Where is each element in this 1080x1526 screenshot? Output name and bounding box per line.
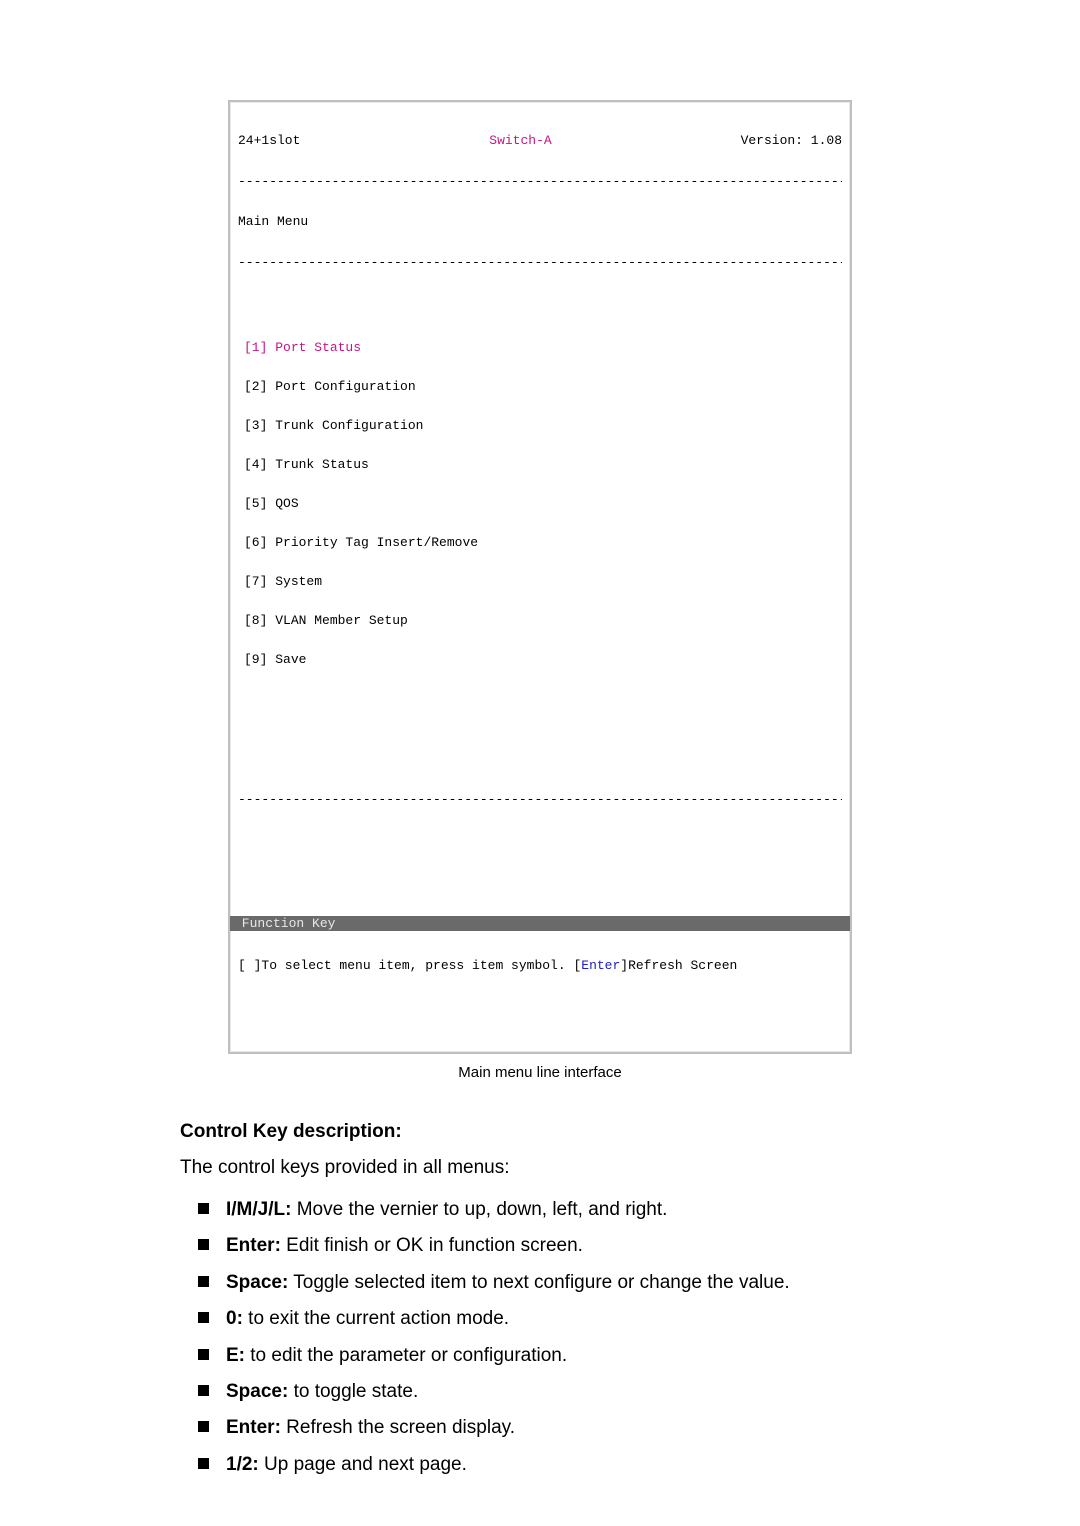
menu-list: [1] Port Status [2] Port Configuration [… [238, 307, 842, 698]
slot-label: 24+1slot [238, 134, 300, 147]
divider-line: ----------------------------------------… [238, 175, 842, 187]
menu-item-port-status[interactable]: [1] Port Status [244, 341, 842, 354]
menu-title: Main Menu [238, 213, 842, 230]
divider-line: ----------------------------------------… [238, 256, 842, 268]
menu-item-vlan-member[interactable]: [8] VLAN Member Setup [244, 614, 842, 627]
list-item: 0: to exit the current action mode. [198, 1304, 900, 1334]
list-item: Enter: Edit finish or OK in function scr… [198, 1231, 900, 1261]
menu-item-save[interactable]: [9] Save [244, 653, 842, 666]
control-key-list: I/M/J/L: Move the vernier to up, down, l… [198, 1195, 900, 1480]
function-hint: [ ]To select menu item, press item symbo… [238, 957, 842, 972]
list-item: Enter: Refresh the screen display. [198, 1413, 900, 1443]
divider-line: ----------------------------------------… [238, 793, 842, 805]
menu-item-system[interactable]: [7] System [244, 575, 842, 588]
terminal-header: 24+1slot Switch-A Version: 1.08 [238, 134, 842, 149]
function-key-bar: Function Key [230, 916, 850, 931]
menu-item-trunk-status[interactable]: [4] Trunk Status [244, 458, 842, 471]
version-label: Version: 1.08 [741, 134, 842, 147]
enter-key-label: Enter [581, 958, 620, 973]
list-item: E: to edit the parameter or configuratio… [198, 1341, 900, 1371]
list-item: I/M/J/L: Move the vernier to up, down, l… [198, 1195, 900, 1225]
figure-caption: Main menu line interface [180, 1064, 900, 1081]
menu-item-trunk-configuration[interactable]: [3] Trunk Configuration [244, 419, 842, 432]
list-item: 1/2: Up page and next page. [198, 1450, 900, 1480]
menu-item-port-configuration[interactable]: [2] Port Configuration [244, 380, 842, 393]
menu-item-priority-tag[interactable]: [6] Priority Tag Insert/Remove [244, 536, 842, 549]
section-intro: The control keys provided in all menus: [180, 1157, 900, 1179]
section-heading: Control Key description: [180, 1121, 900, 1143]
menu-item-qos[interactable]: [5] QOS [244, 497, 842, 510]
list-item: Space: Toggle selected item to next conf… [198, 1268, 900, 1298]
terminal-screenshot: 24+1slot Switch-A Version: 1.08 --------… [228, 100, 852, 1054]
list-item: Space: to toggle state. [198, 1377, 900, 1407]
switch-name: Switch-A [300, 134, 740, 147]
